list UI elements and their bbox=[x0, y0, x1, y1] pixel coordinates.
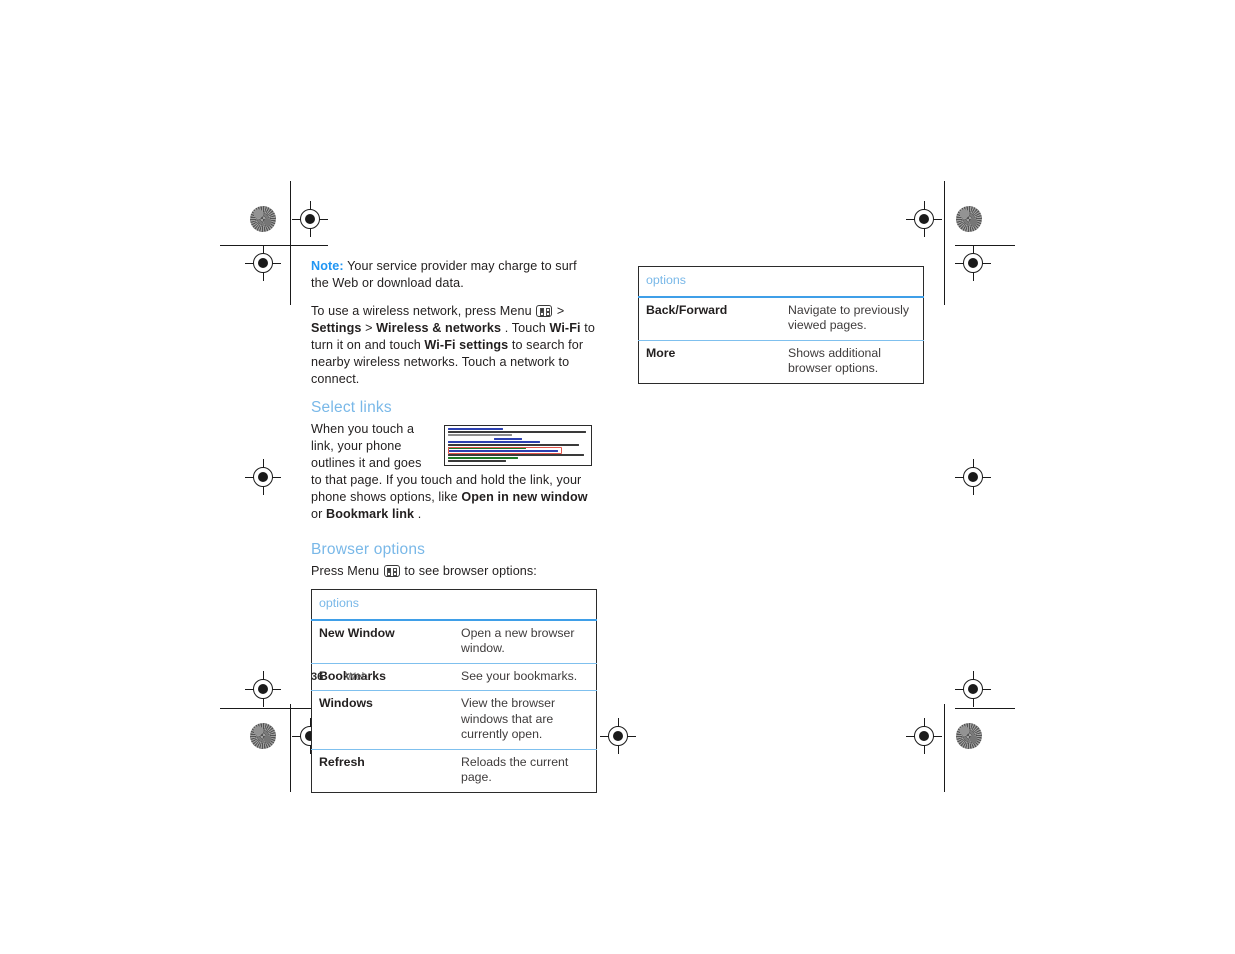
registration-mark-bottom-center bbox=[600, 718, 636, 754]
browser-options-intro-before: Press Menu bbox=[311, 564, 383, 578]
right-content-column: options Back/Forward Navigate to previou… bbox=[638, 266, 924, 384]
menu-key-icon bbox=[536, 305, 553, 317]
table-row: Windows View the browser windows that ar… bbox=[311, 690, 597, 750]
wireless-bold-wifi: Wi-Fi bbox=[549, 321, 581, 335]
registration-mark-left-top bbox=[245, 245, 281, 281]
option-name: Refresh bbox=[319, 754, 365, 769]
table-row: Back/Forward Navigate to previously view… bbox=[638, 296, 924, 341]
registration-mark-top-right-inner bbox=[906, 201, 942, 237]
browser-options-intro-after: to see browser options: bbox=[404, 564, 537, 578]
bold-open-in-new-window: Open in new window bbox=[461, 490, 588, 504]
trim-line-right-vertical-lower bbox=[944, 704, 945, 792]
table-row: New Window Open a new browser window. bbox=[311, 619, 597, 664]
menu-key-icon bbox=[383, 565, 400, 577]
option-description: Shows additional browser options. bbox=[788, 345, 881, 376]
trim-line-top-right-horizontal bbox=[955, 245, 1015, 246]
page-footer: 36 Web bbox=[311, 671, 368, 683]
printer-marks-layer bbox=[0, 0, 1235, 954]
wireless-text-part-3: > bbox=[365, 321, 377, 335]
note-label: Note: bbox=[311, 259, 344, 273]
option-description: See your bookmarks. bbox=[454, 663, 597, 691]
table-header-label: options bbox=[311, 589, 597, 621]
table-header-label: options bbox=[638, 266, 924, 298]
density-blob-bottom-right bbox=[956, 723, 982, 749]
trim-line-left-vertical bbox=[290, 181, 291, 305]
option-name: More bbox=[646, 345, 676, 360]
option-description: Open a new browser window. bbox=[454, 619, 597, 664]
trim-line-top-left-horizontal bbox=[220, 245, 328, 246]
wireless-text-part-4: . Touch bbox=[504, 321, 550, 335]
wireless-bold-wifi-settings: Wi-Fi settings bbox=[424, 338, 509, 352]
trim-line-bottom-right-horizontal bbox=[955, 708, 1015, 709]
browser-options-intro: Press Menu to see browser options: bbox=[311, 563, 597, 580]
density-blob-top-right bbox=[956, 206, 982, 232]
table-row: Refresh Reloads the current page. bbox=[312, 749, 597, 792]
registration-mark-right-bottom bbox=[955, 671, 991, 707]
select-links-mid: or bbox=[311, 507, 326, 521]
registration-mark-left-middle bbox=[245, 459, 281, 495]
browser-options-table-right: options Back/Forward Navigate to previou… bbox=[638, 266, 924, 384]
bold-bookmark-link: Bookmark link bbox=[326, 507, 415, 521]
registration-mark-bottom-right-inner bbox=[906, 718, 942, 754]
option-description: Reloads the current page. bbox=[461, 754, 569, 785]
note-paragraph: Note: Your service provider may charge t… bbox=[311, 258, 597, 292]
wireless-bold-settings: Settings bbox=[311, 321, 362, 335]
note-text: Your service provider may charge to surf… bbox=[311, 259, 577, 290]
wireless-text-part-2: > bbox=[556, 304, 565, 318]
browser-page-thumbnail bbox=[444, 425, 592, 466]
option-description: Navigate to previously viewed pages. bbox=[781, 296, 924, 341]
select-links-end: . bbox=[417, 507, 422, 521]
option-name: Windows bbox=[311, 690, 454, 750]
trim-line-left-vertical-lower bbox=[290, 704, 291, 792]
density-blob-bottom-left bbox=[250, 723, 276, 749]
option-name: Back/Forward bbox=[638, 296, 781, 341]
page-number: 36 bbox=[311, 671, 324, 683]
wireless-network-paragraph: To use a wireless network, press Menu > … bbox=[311, 303, 597, 388]
section-heading-select-links: Select links bbox=[311, 399, 392, 416]
select-links-block: When you touch a link, your phone outlin… bbox=[311, 421, 597, 534]
density-blob-top-left bbox=[250, 206, 276, 232]
registration-mark-top-left-inner bbox=[292, 201, 328, 237]
table-header-row: options bbox=[311, 589, 597, 621]
footer-section-label: Web bbox=[345, 671, 368, 683]
browser-page-thumbnail-figure bbox=[444, 425, 592, 466]
section-heading-browser-options: Browser options bbox=[311, 541, 426, 558]
wireless-text-part-1: To use a wireless network, press Menu bbox=[311, 304, 536, 318]
table-row: More Shows additional browser options. bbox=[639, 340, 924, 383]
trim-line-right-vertical bbox=[944, 181, 945, 305]
registration-mark-right-middle bbox=[955, 459, 991, 495]
option-name: New Window bbox=[311, 619, 454, 664]
left-content-column: Note: Your service provider may charge t… bbox=[311, 258, 597, 793]
wireless-bold-wireless-networks: Wireless & networks bbox=[376, 321, 502, 335]
browser-options-table-left: options New Window Open a new browser wi… bbox=[311, 589, 597, 793]
selected-link-highlight bbox=[448, 447, 562, 454]
option-description: View the browser windows that are curren… bbox=[454, 690, 597, 750]
registration-mark-left-bottom bbox=[245, 671, 281, 707]
table-header-row: options bbox=[638, 266, 924, 298]
registration-mark-right-top bbox=[955, 245, 991, 281]
